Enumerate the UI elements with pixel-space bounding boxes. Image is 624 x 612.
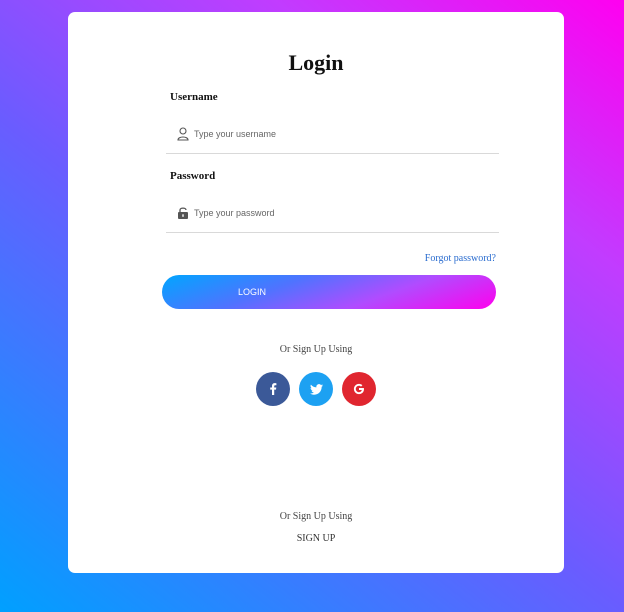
- facebook-button[interactable]: [256, 372, 290, 406]
- social-signup-heading: Or Sign Up Using: [279, 344, 353, 355]
- login-button[interactable]: LOGIN: [162, 275, 496, 309]
- forgot-password-link[interactable]: Forgot password?: [425, 253, 496, 264]
- password-label: Password: [170, 170, 216, 182]
- facebook-icon: [270, 383, 277, 395]
- password-field: [166, 194, 499, 233]
- username-field: [166, 115, 499, 154]
- login-card: Login Username Password Forgot password?…: [68, 12, 564, 573]
- lock-icon: [177, 206, 189, 220]
- social-buttons: [68, 372, 564, 406]
- twitter-icon: [309, 383, 323, 395]
- username-label: Username: [170, 91, 218, 103]
- user-icon: [177, 127, 189, 141]
- password-input[interactable]: [194, 203, 484, 223]
- twitter-button[interactable]: [299, 372, 333, 406]
- footer-signup-heading: Or Sign Up Using: [279, 511, 353, 522]
- page-title: Login: [288, 50, 344, 75]
- google-icon: [353, 383, 364, 395]
- username-input[interactable]: [194, 124, 484, 144]
- signup-link[interactable]: SIGN UP: [68, 533, 564, 544]
- google-button[interactable]: [342, 372, 376, 406]
